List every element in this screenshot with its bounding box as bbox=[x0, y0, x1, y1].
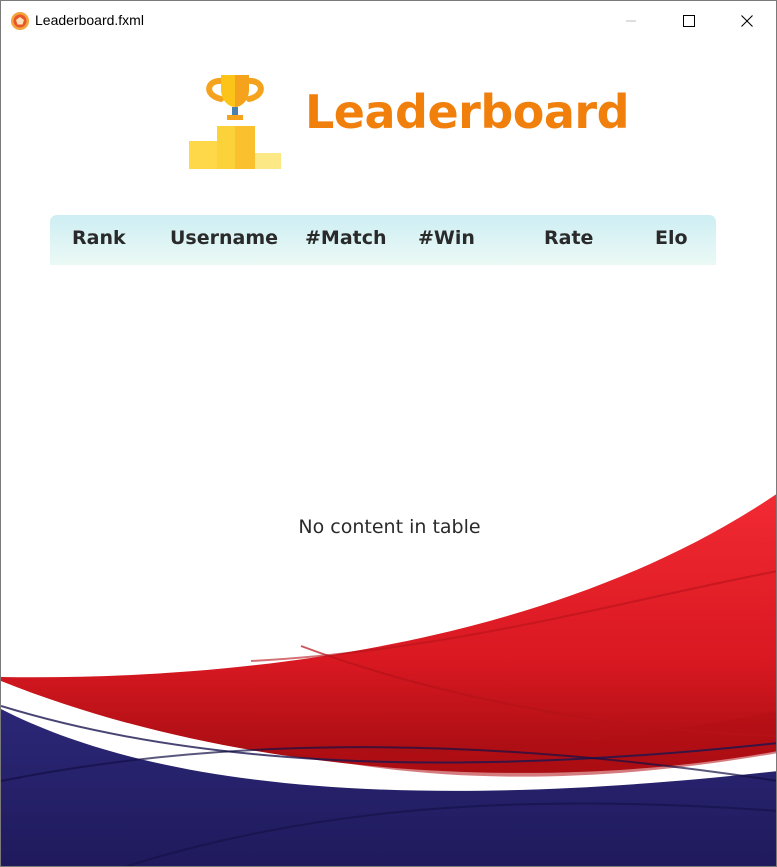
app-icon bbox=[11, 12, 29, 30]
leaderboard-table-header: Rank Username #Match #Win Rate Elo bbox=[50, 215, 716, 265]
column-header-username[interactable]: Username bbox=[170, 227, 278, 249]
column-header-rate[interactable]: Rate bbox=[544, 227, 593, 249]
minimize-button[interactable] bbox=[602, 1, 660, 41]
column-header-match[interactable]: #Match bbox=[305, 227, 387, 249]
window-title: Leaderboard.fxml bbox=[35, 12, 144, 28]
close-button[interactable] bbox=[718, 1, 776, 41]
maximize-icon bbox=[683, 15, 695, 27]
column-header-win[interactable]: #Win bbox=[418, 227, 475, 249]
page-title: Leaderboard bbox=[305, 85, 630, 139]
column-header-rank[interactable]: Rank bbox=[72, 227, 126, 249]
app-window: Leaderboard.fxml Leaderboard Rank Userna… bbox=[0, 0, 777, 867]
decorative-waves bbox=[1, 494, 776, 866]
close-icon bbox=[741, 15, 753, 27]
minimize-icon bbox=[626, 20, 636, 22]
title-bar[interactable]: Leaderboard.fxml bbox=[1, 1, 776, 41]
column-header-elo[interactable]: Elo bbox=[655, 227, 688, 249]
trophy-podium-icon bbox=[189, 75, 281, 169]
maximize-button[interactable] bbox=[660, 1, 718, 41]
